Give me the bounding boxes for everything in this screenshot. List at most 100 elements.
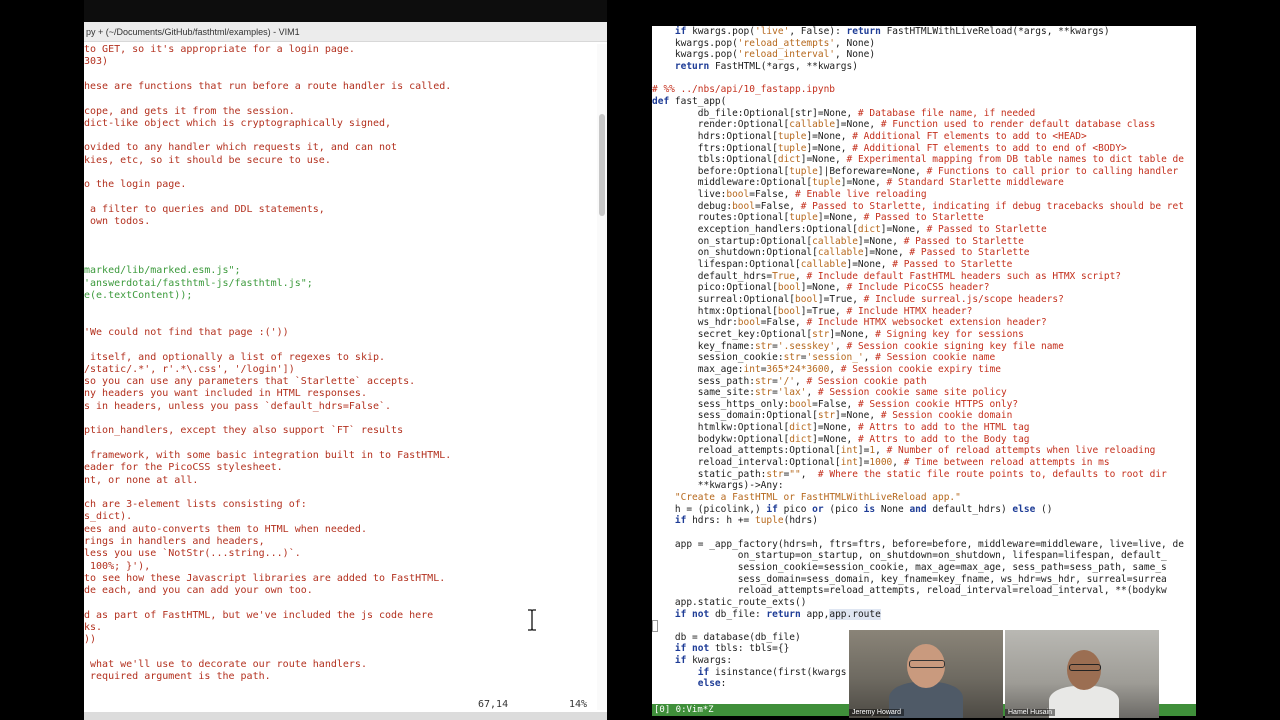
code-token: bool (732, 200, 755, 212)
code-token: hdrs: h += (686, 515, 755, 527)
code-line: hdrs:Optional[tuple]=None, # Additional … (652, 131, 1087, 143)
code-token: else (1012, 503, 1036, 515)
code-token: ]=None, (840, 177, 887, 189)
code-line: htmx:Optional[bool]=True, # Include HTMX… (652, 305, 973, 318)
code-token: # Include default FastHTML headers such … (806, 270, 1122, 282)
code-token: str (754, 375, 773, 387)
code-token: tuple (789, 165, 818, 177)
window-title: py + (~/Documents/GitHub/fasthtml/exampl… (84, 22, 607, 42)
code-token: render:Optional[ (652, 119, 790, 131)
code-token: on_shutdown:Optional[ (652, 247, 818, 259)
code-token: # Session cookie HTTPS only? (857, 398, 1019, 410)
code-token: # Passed to Starlette (892, 259, 1013, 270)
scrollbar-thumb[interactable] (599, 114, 605, 216)
code-line: app = _app_factory(hdrs=h, ftrs=ftrs, be… (652, 539, 1184, 551)
code-token: ]|Beforeware=None, (817, 165, 927, 177)
window-bottom-edge (84, 712, 607, 720)
code-token: str (817, 410, 836, 422)
code-token: tuple (812, 177, 841, 189)
code-line: sess_domain=sess_domain, key_fname=key_f… (652, 574, 1167, 586)
code-line: marked/lib/marked.esm.js"; (84, 265, 241, 277)
code-token: (pico (823, 503, 864, 515)
code-line: /static/.*', r'.*\.css', '/login']) (84, 363, 295, 375)
code-token: sess_domain:Optional[ (652, 410, 818, 422)
code-token: ]=None, (800, 154, 847, 166)
code-token: # Include HTMX header? (846, 305, 973, 317)
code-line: sess_https_only:bool=False, # Session co… (652, 399, 1018, 411)
code-token: , (800, 468, 818, 480)
code-token: '/' (777, 375, 796, 387)
window-titlebar[interactable] (84, 0, 607, 22)
code-token: # Experimental mapping from DB table nam… (846, 154, 1184, 166)
code-token: on_startup=on_startup, on_shutdown=on_sh… (652, 550, 1167, 562)
code-line: before:Optional[tuple]|Beforeware=None, … (652, 166, 1178, 178)
code-line: kwargs.pop('reload_interval', None) (652, 49, 875, 61)
code-line: else: (652, 678, 727, 690)
code-token: # Include PicoCSS header? (846, 282, 990, 294)
code-token: , (875, 445, 887, 457)
code-line: app.static_route_exts() (652, 597, 807, 609)
code-token: : (720, 678, 727, 690)
code-line: routes:Optional[tuple]=None, # Passed to… (652, 212, 984, 224)
code-token: return (766, 608, 801, 620)
code-token: callable (789, 119, 836, 131)
code-token: dict (789, 433, 813, 445)
code-token: # %% ../nbs/api/10_fastapp.ipynb (652, 84, 836, 96)
code-token: str (812, 328, 830, 340)
code-line: def fast_app( (652, 96, 726, 108)
code-token: bool (789, 398, 813, 410)
code-token: int (743, 363, 761, 375)
code-token: session_cookie: (652, 352, 784, 364)
code-token: bool (795, 293, 818, 305)
code-token: if (766, 503, 778, 515)
video-tile-jeremy[interactable]: Jeremy Howard (849, 630, 1003, 718)
code-line: if not tbls: tbls={} (652, 643, 789, 655)
code-token: kwargs.pop( (652, 49, 738, 61)
code-line: key_fname:str='.sesskey', # Session cook… (652, 341, 1064, 353)
code-token: =False, (749, 189, 796, 201)
code-token: if not (674, 608, 710, 620)
code-line: debug:bool=False, # Passed to Starlette,… (652, 201, 1184, 213)
code-line: lifespan:Optional[callable]=None, # Pass… (652, 259, 1013, 271)
code-token: exception_handlers:Optional[ (652, 224, 858, 236)
code-line: if kwargs: (652, 655, 732, 667)
code-token: ]=None, (812, 433, 858, 445)
code-line: ks. (84, 622, 103, 634)
code-token: bool (726, 189, 750, 201)
vertical-scrollbar[interactable] (597, 44, 607, 710)
code-token: tuple (789, 212, 818, 224)
code-token: or (812, 503, 824, 515)
code-token: , (806, 387, 818, 399)
right-code-pane[interactable]: if kwargs.pop('live', False): return Fas… (652, 26, 1196, 704)
code-token: , (795, 270, 807, 282)
code-token: callable (800, 259, 847, 270)
code-line: return FastHTML(*args, **kwargs) (652, 61, 858, 73)
code-token: =False, (812, 398, 858, 410)
code-token: surreal:Optional[ (652, 293, 795, 305)
code-token: tbls: tbls={} (709, 643, 790, 655)
video-tile-hamel[interactable]: Hamel Husain (1005, 630, 1159, 718)
code-token: dict (777, 154, 801, 166)
code-token: ]= (857, 445, 870, 457)
code-token: 'reload_interval' (737, 49, 836, 61)
left-code-buffer[interactable]: to GET, so it's appropriate for a login … (84, 44, 594, 694)
code-line: nt, or none at all. (84, 474, 199, 486)
code-token: ]=True, (800, 305, 847, 317)
code-token: # Attrs to add to the HTML tag (857, 422, 1030, 434)
code-token: # Where the static file route points to,… (817, 468, 1167, 480)
code-token: dict (789, 422, 813, 434)
code-line: if kwargs.pop('live', False): return Fas… (652, 26, 1110, 38)
code-line: 'We could not find that page :(')) (84, 326, 289, 338)
code-token: sess_https_only: (652, 398, 790, 410)
code-token: if (674, 655, 687, 667)
code-token: kwargs: (686, 655, 733, 667)
code-token: int (840, 457, 858, 469)
code-line: if isinstance(first(kwargs (652, 667, 847, 679)
code-token: sess_path: (652, 375, 755, 387)
code-token: kwargs.pop( (652, 37, 738, 49)
code-line: kies, etc, so it should be secure to use… (84, 154, 331, 166)
code-token: live: (652, 189, 727, 201)
code-token: "Create a FastHTML or FastHTMLWithLiveRe… (674, 492, 961, 503)
